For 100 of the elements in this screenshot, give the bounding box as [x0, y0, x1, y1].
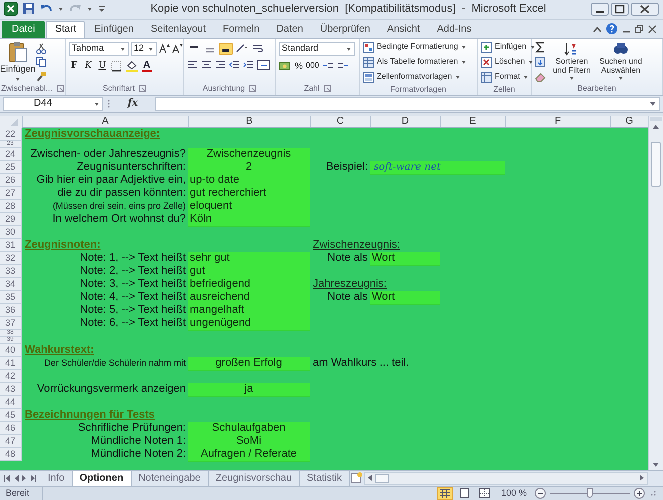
brush-icon[interactable] [36, 70, 47, 82]
page-break-view-icon[interactable] [477, 486, 494, 500]
input-cell[interactable]: Köln [188, 212, 310, 227]
thousands-button[interactable]: 000 [306, 60, 320, 72]
row-header[interactable]: 48 [0, 448, 22, 461]
row-header[interactable]: 46 [0, 422, 22, 435]
help-icon[interactable] [606, 23, 618, 36]
column-header[interactable]: E [440, 116, 505, 127]
sheet-tab[interactable]: Optionen [72, 470, 132, 486]
input-cell[interactable]: up-to date [188, 174, 310, 188]
copy-icon[interactable] [36, 56, 47, 68]
maximize-icon[interactable] [611, 2, 629, 16]
ribbon-tab[interactable]: Ansicht [379, 20, 428, 38]
zoom-in-icon[interactable] [634, 488, 645, 499]
decrease-decimal-icon[interactable] [337, 61, 350, 72]
ribbon-menu-button[interactable]: Löschen [481, 56, 536, 69]
new-sheet-icon[interactable] [350, 472, 364, 484]
input-cell[interactable]: mangelhaft [188, 304, 310, 318]
row-header[interactable]: 27 [0, 186, 22, 200]
row-header[interactable]: 36 [0, 304, 22, 317]
row-header[interactable]: 44 [0, 396, 22, 409]
caret-icon[interactable] [87, 6, 93, 12]
font-color-button[interactable]: A [142, 60, 152, 72]
ribbon-menu-button[interactable]: Sortieren und Filtern [549, 40, 595, 83]
zoom-out-icon[interactable] [535, 488, 546, 499]
ribbon-menu-button[interactable]: Format [481, 70, 536, 84]
ribbon-tab[interactable]: Einfügen [86, 20, 142, 38]
merge-cells-icon[interactable] [257, 60, 271, 71]
input-cell[interactable]: befriedigend [188, 278, 310, 292]
insert-function-button[interactable]: fx [115, 96, 151, 112]
ribbon-menu-button[interactable]: Einfügen [481, 40, 536, 54]
column-header[interactable]: A [22, 116, 188, 127]
zoom-slider[interactable] [550, 488, 630, 499]
row-header[interactable]: 43 [0, 382, 22, 396]
previous-sheet-icon[interactable] [14, 474, 19, 482]
caret-icon[interactable] [58, 6, 64, 12]
row-header[interactable]: 35 [0, 290, 22, 304]
sum-icon[interactable] [535, 42, 546, 53]
row-header[interactable]: 41 [0, 356, 22, 370]
vertical-scrollbar[interactable] [648, 116, 663, 470]
row-header[interactable]: 29 [0, 212, 22, 226]
ribbon-tab[interactable]: Überprüfen [312, 20, 378, 38]
input-cell[interactable]: gut [188, 264, 310, 279]
row-header[interactable]: 37 [0, 316, 22, 330]
row-header[interactable]: 31 [0, 238, 22, 252]
minimize-icon[interactable] [591, 2, 609, 16]
first-sheet-icon[interactable] [4, 474, 11, 482]
expand-caret-icon[interactable] [649, 100, 657, 108]
ribbon-menu-button[interactable]: Bedingte Formatierung [363, 40, 468, 54]
input-cell[interactable]: Wort [370, 290, 440, 305]
bold-button[interactable]: F [69, 60, 80, 74]
row-header[interactable]: 42 [0, 370, 22, 383]
close-icon[interactable] [648, 24, 657, 34]
font-size-dropdown[interactable]: 12 [131, 42, 157, 56]
align-left-icon[interactable] [187, 60, 198, 70]
collapse-ribbon-icon[interactable] [593, 24, 602, 34]
grow-font-icon[interactable] [159, 43, 170, 54]
formula-input[interactable] [155, 96, 660, 111]
row-header[interactable]: 40 [0, 344, 22, 357]
row-header[interactable]: 24 [0, 148, 22, 161]
input-cell[interactable]: soft-ware net [370, 160, 505, 175]
ribbon-menu-button[interactable]: Als Tabelle formatieren [363, 56, 468, 69]
input-cell[interactable]: ausreichend [188, 290, 310, 305]
ribbon-menu-button[interactable]: Zellenformatvorlagen [363, 70, 468, 84]
row-header[interactable]: 26 [0, 174, 22, 187]
scroll-thumb[interactable] [375, 474, 390, 482]
italic-button[interactable]: K [83, 60, 94, 74]
row-header[interactable]: 22 [0, 128, 22, 141]
input-cell[interactable]: Schulaufgaben [188, 422, 310, 436]
save-icon[interactable] [23, 3, 35, 16]
scissors-icon[interactable] [36, 42, 47, 54]
input-cell[interactable]: ja [188, 382, 310, 397]
resize-grip-icon[interactable] [649, 489, 657, 498]
column-header[interactable]: F [505, 116, 610, 127]
eraser-icon[interactable] [535, 72, 546, 83]
customize-caret-icon[interactable] [98, 5, 106, 14]
ribbon-tab[interactable]: Seitenlayout [142, 20, 214, 38]
align-bottom-icon[interactable] [219, 42, 233, 55]
border-icon[interactable] [111, 60, 123, 72]
column-header[interactable]: C [310, 116, 370, 127]
dialog-launcher-icon[interactable] [56, 85, 64, 92]
align-center-icon[interactable] [201, 60, 212, 70]
row-header[interactable]: 30 [0, 226, 22, 239]
percent-button[interactable]: % [295, 60, 304, 74]
input-cell[interactable]: gut recherchiert [188, 186, 310, 201]
restore-icon[interactable] [635, 24, 644, 34]
scroll-thumb[interactable] [651, 142, 661, 187]
decrease-indent-icon[interactable] [229, 60, 240, 70]
input-cell[interactable]: SoMi [188, 434, 310, 449]
ribbon-tab[interactable]: Daten [268, 20, 312, 38]
column-header[interactable]: B [188, 116, 310, 127]
ribbon-menu-button[interactable]: Suchen und Auswählen [598, 40, 644, 83]
fill-down-icon[interactable] [535, 56, 546, 68]
ribbon-tab[interactable]: Add-Ins [429, 20, 480, 38]
underline-button[interactable]: U [97, 60, 108, 74]
row-header[interactable]: 34 [0, 278, 22, 291]
input-cell[interactable]: eloquent [188, 200, 310, 214]
paste-button[interactable]: Einfügen [3, 40, 33, 83]
dialog-launcher-icon[interactable] [139, 85, 146, 92]
input-cell[interactable]: ungenügend [188, 316, 310, 331]
